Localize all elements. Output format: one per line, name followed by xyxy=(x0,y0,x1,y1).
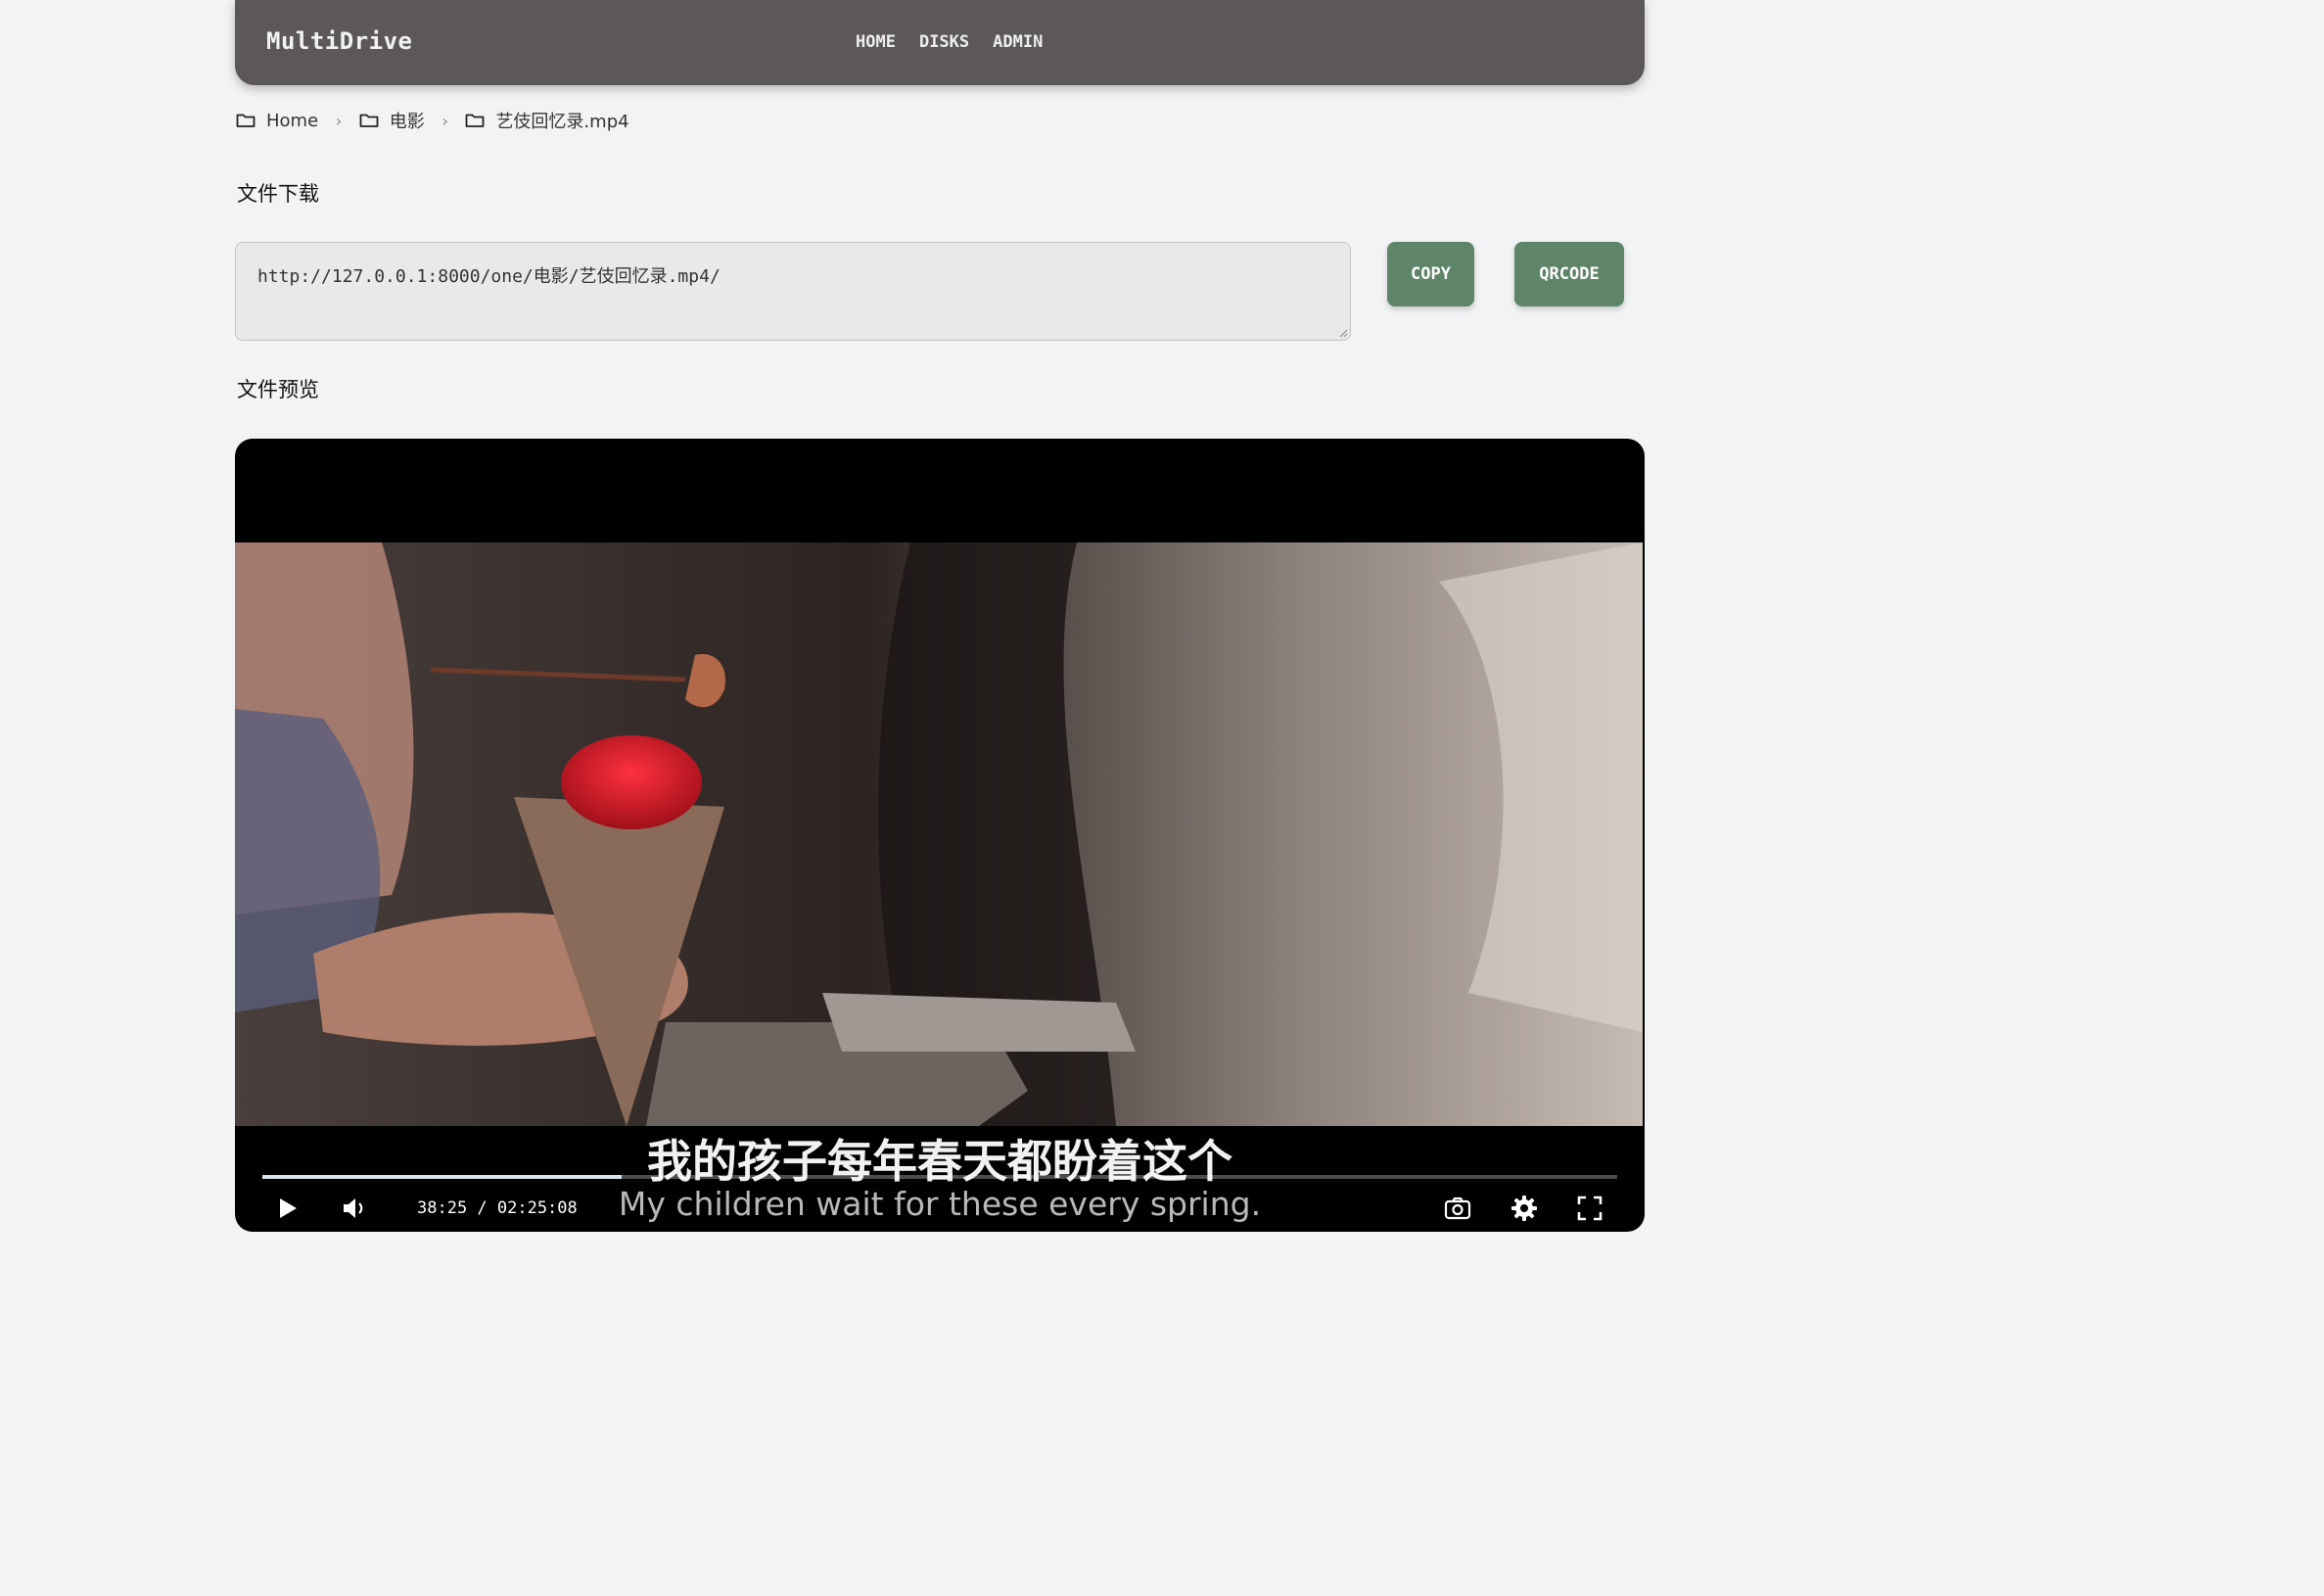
nav-home[interactable]: HOME xyxy=(856,32,896,52)
breadcrumb-home[interactable]: Home xyxy=(236,111,318,131)
breadcrumb-folder[interactable]: 电影 xyxy=(359,108,425,133)
qrcode-button[interactable]: QRCODE xyxy=(1514,242,1624,306)
progress-fill xyxy=(262,1175,622,1179)
download-section-title: 文件下载 xyxy=(237,182,319,206)
nav-disks[interactable]: DISKS xyxy=(919,32,969,52)
video-frame xyxy=(235,542,1643,1126)
progress-bar[interactable] xyxy=(262,1175,1617,1179)
preview-section-title: 文件预览 xyxy=(237,378,319,401)
breadcrumb-file[interactable]: 艺伎回忆录.mp4 xyxy=(465,108,629,133)
folder-icon xyxy=(359,113,379,128)
copy-button[interactable]: COPY xyxy=(1387,242,1474,306)
brand-logo[interactable]: MultiDrive xyxy=(266,27,413,55)
breadcrumb: Home › 电影 › 艺伎回忆录.mp4 xyxy=(236,108,629,133)
settings-icon[interactable] xyxy=(1505,1189,1544,1228)
download-url-text: http://127.0.0.1:8000/one/电影/艺伎回忆录.mp4/ xyxy=(257,266,720,287)
breadcrumb-label: 电影 xyxy=(389,112,425,132)
nav-admin[interactable]: ADMIN xyxy=(993,32,1043,52)
nav-links: HOME DISKS ADMIN xyxy=(856,32,1043,52)
breadcrumb-label: 艺伎回忆录.mp4 xyxy=(495,112,629,132)
top-navbar: MultiDrive HOME DISKS ADMIN xyxy=(235,0,1645,85)
resize-grip-icon[interactable] xyxy=(1338,328,1348,338)
chevron-right-icon: › xyxy=(334,111,344,130)
video-player[interactable]: 我的孩子每年春天都盼着这个 My children wait for these… xyxy=(235,439,1645,1232)
chevron-right-icon: › xyxy=(440,111,450,130)
volume-icon[interactable] xyxy=(335,1189,374,1228)
screenshot-icon[interactable] xyxy=(1438,1189,1477,1228)
breadcrumb-label: Home xyxy=(266,110,319,131)
play-icon[interactable] xyxy=(268,1189,307,1228)
folder-icon xyxy=(465,113,485,128)
download-url-field[interactable]: http://127.0.0.1:8000/one/电影/艺伎回忆录.mp4/ xyxy=(235,242,1351,341)
fullscreen-icon[interactable] xyxy=(1570,1189,1609,1228)
folder-icon xyxy=(236,113,256,128)
time-display: 38:25 / 02:25:08 xyxy=(417,1198,578,1218)
subtitle-chinese: 我的孩子每年春天都盼着这个 xyxy=(647,1135,1232,1188)
